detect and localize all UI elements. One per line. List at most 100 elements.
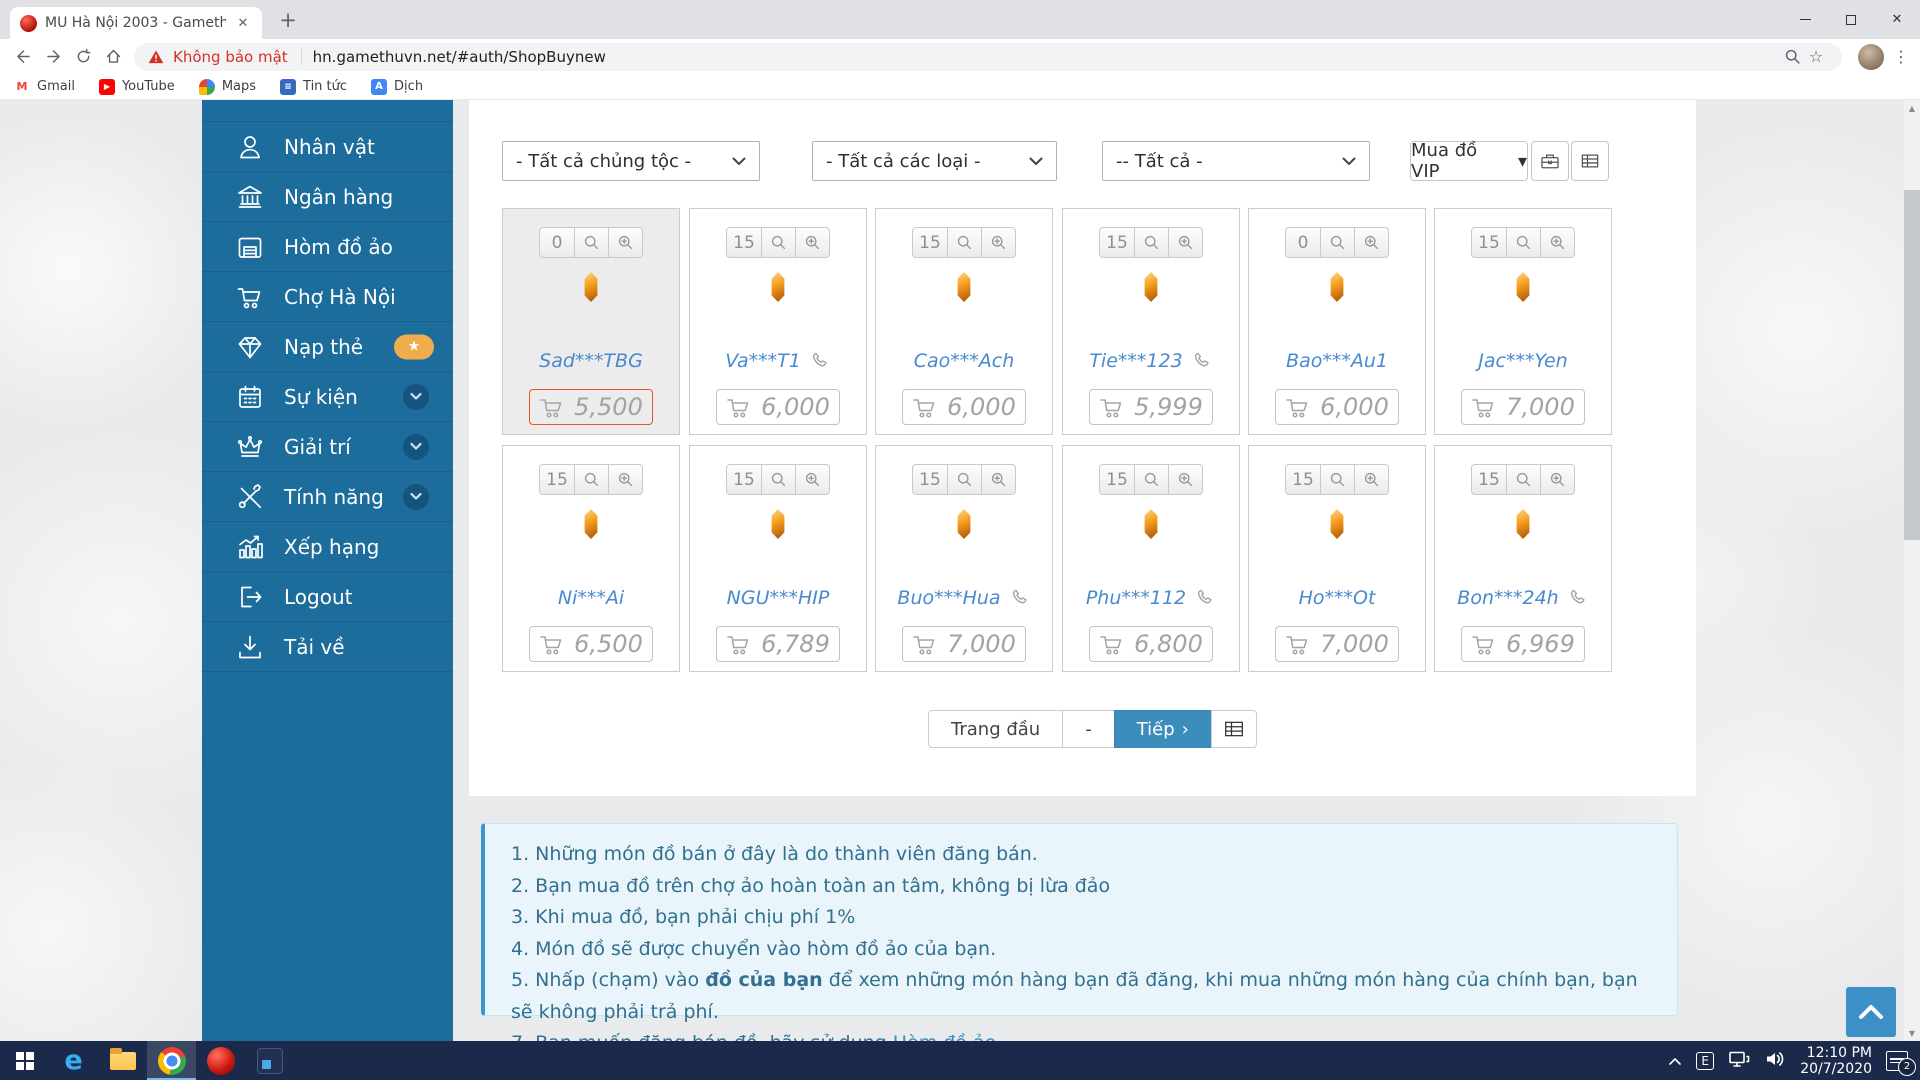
- page-url[interactable]: hn.gamethuvn.net/#auth/ShopBuynew: [313, 48, 606, 66]
- buy-button[interactable]: 6,789: [716, 626, 840, 662]
- sidebar-item-nhan-vat[interactable]: Nhân vật: [202, 122, 453, 172]
- bookmark-youtube[interactable]: ▶ YouTube: [99, 79, 175, 95]
- category-filter-select[interactable]: - Tất cả các loại -: [812, 141, 1057, 181]
- buy-button[interactable]: 7,000: [1275, 626, 1399, 662]
- zoom-in-button[interactable]: [1168, 228, 1202, 257]
- product-card[interactable]: 15 Cao***Ach 6,000: [875, 208, 1053, 435]
- zoom-in-button[interactable]: [981, 228, 1015, 257]
- seller-name[interactable]: Va***T1: [690, 350, 866, 372]
- jewel-item-image[interactable]: [768, 272, 788, 302]
- taskbar-edge[interactable]: e: [49, 1041, 98, 1080]
- buy-button[interactable]: 5,500: [529, 389, 653, 425]
- table-view-button[interactable]: [1571, 141, 1609, 181]
- stock-count-button[interactable]: 15: [540, 465, 574, 494]
- sidebar-item-nap-the[interactable]: Nạp thẻ ★: [202, 322, 453, 372]
- security-warning-label[interactable]: Không bảo mật: [173, 48, 288, 66]
- close-button[interactable]: ✕: [1874, 0, 1920, 39]
- product-card[interactable]: 0 Bao***Au1 6,000: [1248, 208, 1426, 435]
- briefcase-button[interactable]: [1531, 141, 1569, 181]
- search-button[interactable]: [1134, 465, 1168, 494]
- bookmark-translate[interactable]: A Dịch: [371, 79, 423, 95]
- sidebar-item-giai-tri[interactable]: Giải trí: [202, 422, 453, 472]
- stock-count-button[interactable]: 0: [540, 228, 574, 257]
- back-button[interactable]: [8, 42, 38, 72]
- sidebar-item-logout[interactable]: Logout: [202, 572, 453, 622]
- buy-button[interactable]: 7,000: [902, 626, 1026, 662]
- search-button[interactable]: [574, 465, 608, 494]
- sidebar-item-hom-do-ao[interactable]: Hòm đồ ảo: [202, 222, 453, 272]
- profile-avatar[interactable]: [1858, 44, 1884, 70]
- seller-name[interactable]: Phu***112: [1063, 587, 1239, 609]
- scrollbar-down-arrow[interactable]: ▼: [1904, 1025, 1920, 1041]
- jewel-item-image[interactable]: [768, 509, 788, 539]
- new-tab-button[interactable]: +: [276, 8, 300, 32]
- search-button[interactable]: [1320, 228, 1354, 257]
- jewel-item-image[interactable]: [1327, 272, 1347, 302]
- buy-button[interactable]: 6,000: [902, 389, 1026, 425]
- grid-view-button[interactable]: [1211, 710, 1257, 748]
- zoom-in-button[interactable]: [1540, 465, 1574, 494]
- stock-count-button[interactable]: 15: [1100, 465, 1134, 494]
- buy-button[interactable]: 6,000: [716, 389, 840, 425]
- bookmark-news[interactable]: ≡ Tin tức: [280, 79, 347, 95]
- search-button[interactable]: [947, 465, 981, 494]
- product-card[interactable]: 15 Ho***Ot 7,000: [1248, 445, 1426, 672]
- chevron-down-icon[interactable]: [403, 384, 429, 410]
- jewel-item-image[interactable]: [1141, 272, 1161, 302]
- seller-name[interactable]: Ho***Ot: [1249, 587, 1425, 609]
- stock-count-button[interactable]: 15: [1472, 228, 1506, 257]
- scrollbar-thumb[interactable]: [1904, 190, 1920, 540]
- sidebar-item-ngan-hang[interactable]: Ngân hàng: [202, 172, 453, 222]
- taskbar-media-app[interactable]: [245, 1041, 294, 1080]
- buy-button[interactable]: 6,000: [1275, 389, 1399, 425]
- action-center-button[interactable]: 2: [1886, 1051, 1908, 1071]
- current-page-button[interactable]: -: [1062, 710, 1115, 748]
- sidebar-item-tinh-nang[interactable]: Tính năng: [202, 472, 453, 522]
- buy-button[interactable]: 6,500: [529, 626, 653, 662]
- zoom-in-button[interactable]: [608, 465, 642, 494]
- stock-count-button[interactable]: 15: [727, 228, 761, 257]
- seller-name[interactable]: Jac***Yen: [1435, 350, 1611, 372]
- sidebar-item-su-kien[interactable]: Sự kiện: [202, 372, 453, 422]
- taskbar-chrome[interactable]: [147, 1041, 196, 1080]
- buy-button[interactable]: 7,000: [1461, 389, 1585, 425]
- product-card[interactable]: 15 NGU***HIP 6,789: [689, 445, 867, 672]
- search-button[interactable]: [1506, 228, 1540, 257]
- taskbar-mu-game[interactable]: [196, 1041, 245, 1080]
- tray-expand-button[interactable]: [1668, 1051, 1682, 1070]
- product-card[interactable]: 15 Tie***123 5,999: [1062, 208, 1240, 435]
- stock-count-button[interactable]: 15: [1472, 465, 1506, 494]
- jewel-item-image[interactable]: [581, 509, 601, 539]
- seller-name[interactable]: Ni***Ai: [503, 587, 679, 609]
- seller-name[interactable]: Bon***24h: [1435, 587, 1611, 609]
- buy-button[interactable]: 5,999: [1089, 389, 1213, 425]
- stock-count-button[interactable]: 15: [913, 465, 947, 494]
- seller-name[interactable]: Cao***Ach: [876, 350, 1052, 372]
- zoom-in-button[interactable]: [795, 228, 829, 257]
- jewel-item-image[interactable]: [1513, 509, 1533, 539]
- security-warning-icon[interactable]: [148, 49, 164, 64]
- search-button[interactable]: [761, 465, 795, 494]
- buy-button[interactable]: 6,800: [1089, 626, 1213, 662]
- zoom-in-button[interactable]: [1354, 465, 1388, 494]
- jewel-item-image[interactable]: [581, 272, 601, 302]
- first-page-button[interactable]: Trang đầu: [928, 710, 1063, 748]
- zoom-in-button[interactable]: [1168, 465, 1202, 494]
- scope-filter-select[interactable]: -- Tất cả -: [1102, 141, 1370, 181]
- stock-count-button[interactable]: 0: [1286, 228, 1320, 257]
- search-button[interactable]: [574, 228, 608, 257]
- zoom-in-button[interactable]: [795, 465, 829, 494]
- product-card[interactable]: 15 Buo***Hua 7,000: [875, 445, 1053, 672]
- sidebar-item-xep-hang[interactable]: Xếp hạng: [202, 522, 453, 572]
- product-card[interactable]: 15 Bon***24h 6,969: [1434, 445, 1612, 672]
- scroll-to-top-button[interactable]: [1846, 987, 1896, 1037]
- stock-count-button[interactable]: 15: [727, 465, 761, 494]
- race-filter-select[interactable]: - Tất cả chủng tộc -: [502, 141, 760, 181]
- zoom-in-button[interactable]: [1540, 228, 1574, 257]
- browser-tab[interactable]: MU Hà Nội 2003 - GamethuVN.n ✕: [10, 7, 262, 39]
- product-card[interactable]: 0 Sad***TBG 5,500: [502, 208, 680, 435]
- product-card[interactable]: 15 Jac***Yen 7,000: [1434, 208, 1612, 435]
- search-button[interactable]: [1320, 465, 1354, 494]
- browser-menu-icon[interactable]: ⋮: [1890, 47, 1912, 66]
- jewel-item-image[interactable]: [1327, 509, 1347, 539]
